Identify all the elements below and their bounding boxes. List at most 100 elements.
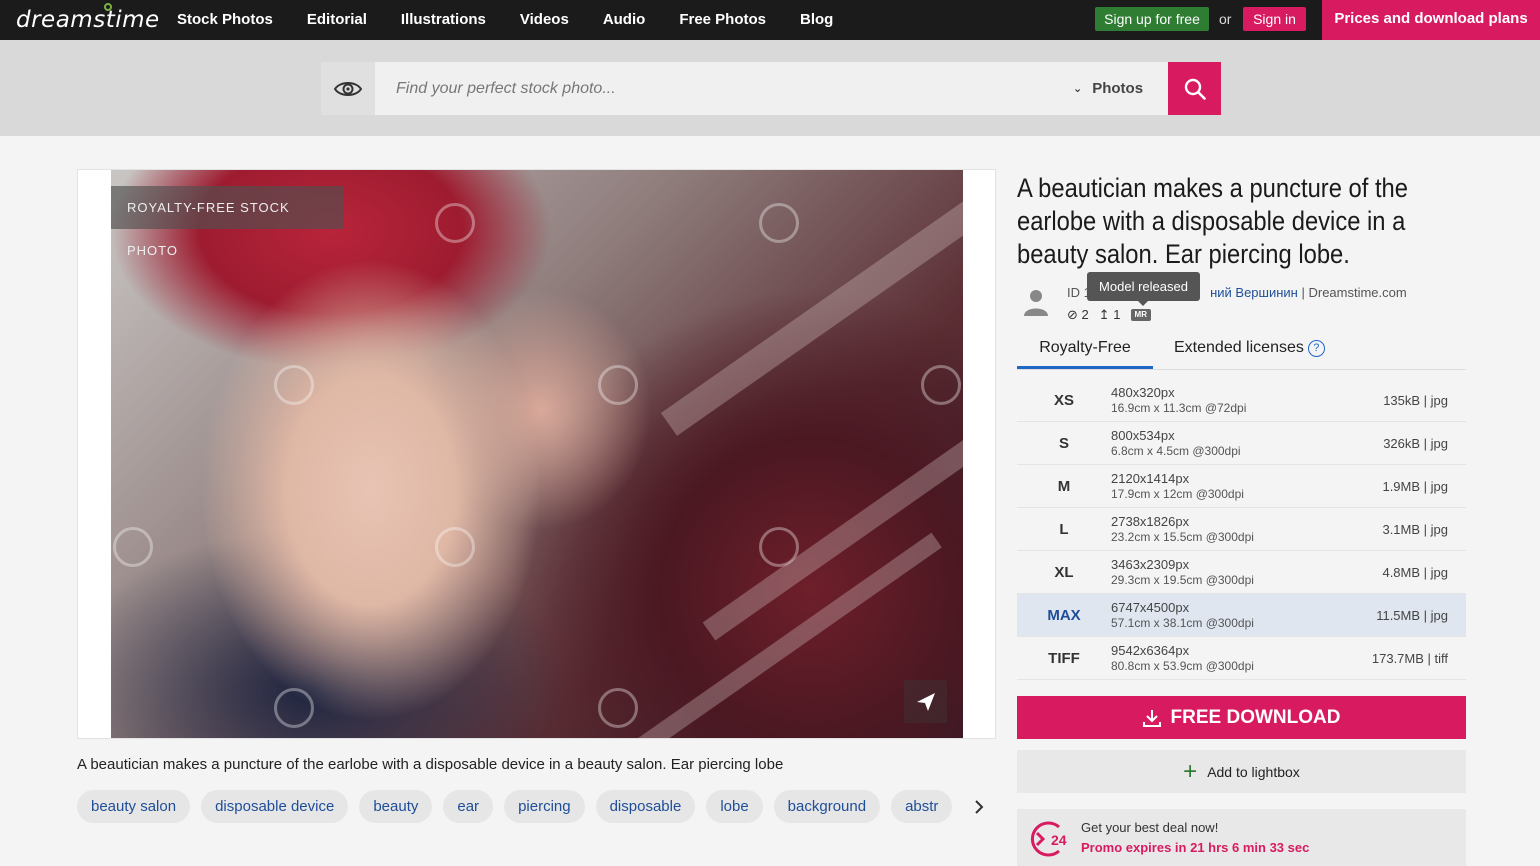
size-print: 57.1cm x 38.1cm @300dpi	[1111, 616, 1254, 630]
chevron-right-icon[interactable]	[968, 790, 990, 823]
size-code: XL	[1054, 564, 1074, 581]
size-print: 6.8cm x 4.5cm @300dpi	[1111, 444, 1241, 458]
size-code: MAX	[1047, 607, 1081, 624]
download-icon: ↥	[1098, 307, 1110, 322]
search-input[interactable]	[375, 62, 1065, 115]
nav-blog[interactable]: Blog	[783, 0, 850, 40]
size-pixels: 2120x1414px	[1111, 471, 1190, 486]
size-print: 23.2cm x 15.5cm @300dpi	[1111, 530, 1254, 544]
size-pixels: 800x534px	[1111, 428, 1175, 443]
downloads-stat: ↥ 1	[1098, 307, 1121, 322]
dreamstime-logo[interactable]: dreamstime	[16, 6, 160, 34]
size-row-m[interactable]: M 2120x1414px 17.9cm x 12cm @300dpi 1.9MB |…	[1017, 465, 1466, 508]
help-icon[interactable]: ?	[1307, 340, 1325, 357]
search-button[interactable]	[1168, 62, 1221, 115]
signup-button[interactable]: Sign up for free	[1095, 7, 1209, 31]
top-navigation: dreamstime Stock Photos Editorial Illust…	[0, 0, 1540, 40]
size-print: 16.9cm x 11.3cm @72dpi	[1111, 401, 1247, 415]
nav-stock-photos[interactable]: Stock Photos	[160, 0, 290, 40]
size-pixels: 6747x4500px	[1111, 600, 1190, 615]
author-link[interactable]: ний Вершинин	[1210, 285, 1298, 300]
size-pixels: 9542x6364px	[1111, 643, 1190, 658]
svg-text:24: 24	[1051, 832, 1067, 848]
views-icon: ⊘	[1067, 307, 1078, 322]
size-file: 1.9MB | jpg	[1382, 479, 1448, 494]
signin-button[interactable]: Sign in	[1243, 7, 1306, 31]
size-file: 11.5MB | jpg	[1376, 608, 1448, 623]
license-tabs: Royalty-Free Extended licenses?	[1017, 332, 1466, 370]
model-released-tooltip: Model released	[1087, 272, 1200, 306]
promo-banner[interactable]: 24 Get your best deal now! Promo expires…	[1017, 809, 1466, 866]
share-send-icon[interactable]	[904, 680, 947, 723]
nav-free-photos[interactable]: Free Photos	[662, 0, 783, 40]
size-row-s[interactable]: S 800x534px 6.8cm x 4.5cm @300dpi 326kB | j…	[1017, 422, 1466, 465]
tab-extended-licenses[interactable]: Extended licenses?	[1174, 332, 1325, 369]
image-title: A beautician makes a puncture of the ear…	[1017, 173, 1408, 269]
size-code: L	[1059, 521, 1069, 538]
plus-icon: +	[1183, 757, 1198, 785]
size-print: 29.3cm x 19.5cm @300dpi	[1111, 573, 1254, 587]
tag[interactable]: piercing	[504, 790, 585, 823]
logo-dot-icon	[104, 3, 112, 11]
tag[interactable]: beauty	[359, 790, 433, 823]
nav-illustrations[interactable]: Illustrations	[384, 0, 503, 40]
download-arrow-icon	[1142, 709, 1161, 727]
promo-24-icon: 24	[1030, 821, 1067, 857]
size-file: 3.1MB | jpg	[1382, 522, 1448, 537]
promo-countdown: Promo expires in 21 hrs 6 min 33 sec	[1081, 840, 1310, 855]
search-type-label: Photos	[1092, 80, 1144, 97]
author-avatar[interactable]	[1022, 286, 1050, 316]
nav-editorial[interactable]: Editorial	[290, 0, 384, 40]
tag[interactable]: background	[773, 790, 881, 823]
size-file: 326kB | jpg	[1383, 436, 1448, 451]
size-row-tiff[interactable]: TIFF 9542x6364px 80.8cm x 53.9cm @300dpi 17…	[1017, 637, 1466, 680]
promo-headline: Get your best deal now!	[1081, 820, 1219, 835]
tag[interactable]: disposable	[595, 790, 696, 823]
views-stat: ⊘ 2	[1067, 307, 1089, 322]
search-type-dropdown[interactable]: ⌄ Photos	[1065, 62, 1168, 115]
size-code: TIFF	[1048, 650, 1080, 667]
size-pixels: 480x320px	[1111, 385, 1175, 400]
size-code: M	[1057, 478, 1071, 495]
image-stats: ⊘ 2 ↥ 1 MR	[1067, 307, 1151, 323]
add-to-lightbox-button[interactable]: + Add to lightbox	[1017, 750, 1466, 793]
size-table: XS 480x320px 16.9cm x 11.3cm @72dpi 135kB |…	[1017, 379, 1466, 680]
size-file: 173.7MB | tiff	[1371, 651, 1448, 666]
tab-royalty-free[interactable]: Royalty-Free	[1017, 332, 1153, 369]
size-row-max[interactable]: MAX 6747x4500px 57.1cm x 38.1cm @300dpi 11.…	[1017, 594, 1466, 637]
size-print: 17.9cm x 12cm @300dpi	[1111, 487, 1244, 501]
size-code: S	[1058, 435, 1069, 452]
or-text: or	[1219, 11, 1232, 27]
search-band: ⌄ Photos	[0, 40, 1540, 136]
search-icon	[1184, 78, 1206, 100]
prices-plans-button[interactable]: Prices and download plans	[1322, 0, 1540, 40]
size-print: 80.8cm x 53.9cm @300dpi	[1111, 659, 1254, 673]
tag[interactable]: beauty salon	[77, 790, 191, 823]
stock-photo[interactable]: ROYALTY-FREE STOCK PHOTO	[111, 170, 963, 738]
main-nav: Stock Photos Editorial Illustrations Vid…	[160, 0, 850, 40]
size-pixels: 2738x1826px	[1111, 514, 1190, 529]
size-file: 135kB | jpg	[1383, 393, 1448, 408]
tag[interactable]: abstr	[891, 790, 953, 823]
nav-audio[interactable]: Audio	[586, 0, 663, 40]
nav-videos[interactable]: Videos	[503, 0, 586, 40]
chevron-down-icon: ⌄	[1073, 83, 1083, 95]
visual-search-eye-icon[interactable]	[321, 62, 375, 115]
image-frame: ROYALTY-FREE STOCK PHOTO	[77, 169, 996, 739]
tag[interactable]: disposable device	[201, 790, 349, 823]
free-download-button[interactable]: FREE DOWNLOAD	[1017, 696, 1466, 739]
site-name: | Dreamstime.com	[1301, 285, 1407, 300]
size-file: 4.8MB | jpg	[1382, 565, 1448, 580]
size-pixels: 3463x2309px	[1111, 557, 1190, 572]
royalty-free-badge: ROYALTY-FREE STOCK PHOTO	[111, 186, 344, 258]
size-row-xl[interactable]: XL 3463x2309px 29.3cm x 19.5cm @300dpi 4.8M…	[1017, 551, 1466, 594]
image-caption: A beautician makes a puncture of the ear…	[77, 756, 784, 773]
model-released-badge[interactable]: MR	[1130, 309, 1151, 321]
tag[interactable]: ear	[443, 790, 494, 823]
size-row-l[interactable]: L 2738x1826px 23.2cm x 15.5cm @300dpi 3.1MB…	[1017, 508, 1466, 551]
search-bar: ⌄ Photos	[321, 62, 1221, 115]
keyword-tags: beauty salon disposable device beauty ea…	[77, 790, 969, 823]
size-code: XS	[1053, 392, 1074, 409]
tag[interactable]: lobe	[706, 790, 763, 823]
size-row-xs[interactable]: XS 480x320px 16.9cm x 11.3cm @72dpi 135kB |…	[1017, 379, 1466, 422]
